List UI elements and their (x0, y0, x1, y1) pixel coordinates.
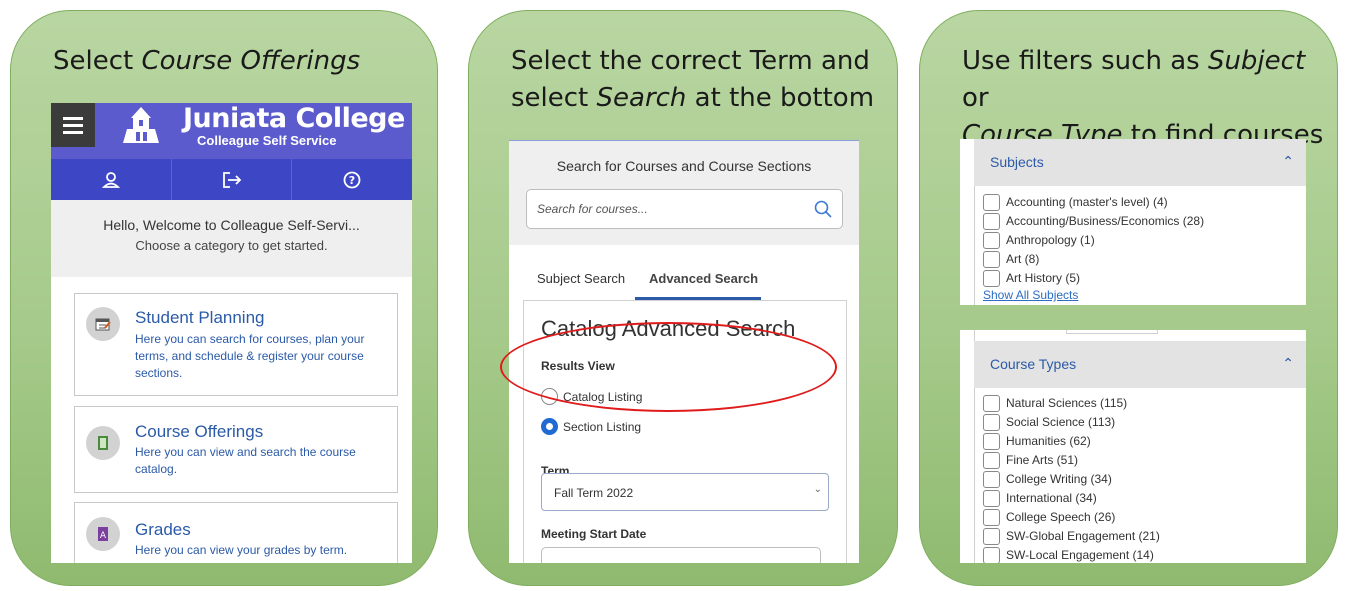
highlight-ellipse (500, 322, 837, 412)
calendar-icon (86, 307, 120, 341)
checkbox[interactable] (983, 471, 1000, 488)
term-value: Fall Term 2022 (554, 486, 634, 500)
search-icon[interactable] (814, 200, 832, 218)
tab-subject-search[interactable]: Subject Search (537, 271, 625, 286)
instruction-card-filters: Use filters such as Subject or Course Ty… (919, 10, 1338, 586)
card-title: Select the correct Term and select Searc… (511, 46, 875, 113)
welcome-subtext: Choose a category to get started. (135, 238, 328, 253)
radio-section-listing[interactable] (541, 418, 558, 435)
checkbox[interactable] (983, 452, 1000, 469)
brand-subtitle: Colleague Self Service (197, 133, 337, 148)
category-title[interactable]: Course Offerings (135, 422, 263, 442)
tab-edge (1066, 330, 1158, 334)
tab-advanced-search[interactable]: Advanced Search (649, 271, 758, 286)
screenshot-self-service-home: Juniata College Colleague Self Service ?… (51, 103, 412, 563)
card-title: Use filters such as Subject or Course Ty… (962, 46, 1324, 150)
category-title[interactable]: Grades (135, 520, 191, 540)
checkbox[interactable] (983, 194, 1000, 211)
option-label: Accounting/Business/Economics (28) (1006, 214, 1205, 228)
option-label: SW-Global Engagement (21) (1006, 529, 1160, 543)
welcome-banner: Hello, Welcome to Colleague Self-Servi..… (51, 200, 412, 277)
option-label: Fine Arts (51) (1006, 453, 1079, 467)
checkbox[interactable] (983, 395, 1000, 412)
meeting-start-label: Meeting Start Date (541, 527, 647, 541)
college-building-logo (123, 107, 159, 143)
option-label: Art (8) (1006, 252, 1040, 266)
user-icon[interactable] (51, 159, 172, 200)
checkbox[interactable] (983, 490, 1000, 507)
search-placeholder: Search for courses... (537, 202, 648, 216)
catalog-book-icon (86, 426, 120, 460)
course-types-header[interactable]: Course Types ⌃ (974, 341, 1306, 388)
option-label: Accounting (master's level) (4) (1006, 195, 1168, 209)
checkbox[interactable] (983, 232, 1000, 249)
category-grades[interactable]: A Grades Here you can view your grades b… (74, 502, 398, 563)
svg-text:?: ? (349, 174, 355, 187)
search-input[interactable]: Search for courses... (526, 189, 843, 229)
checkbox[interactable] (983, 433, 1000, 450)
option-label: International (34) (1006, 491, 1097, 505)
option-label: Art History (5) (1006, 271, 1081, 285)
radio-label[interactable]: Section Listing (563, 420, 641, 434)
search-header: Search for Courses and Course Sections S… (509, 141, 859, 245)
subjects-header[interactable]: Subjects ⌃ (974, 139, 1306, 186)
category-course-offerings[interactable]: Course Offerings Here you can view and s… (74, 406, 398, 493)
checkbox[interactable] (983, 509, 1000, 526)
sign-out-icon[interactable] (172, 159, 293, 200)
app-header: Juniata College Colleague Self Service (51, 103, 412, 159)
chevron-down-icon: ⌄ (813, 484, 822, 495)
screenshot-subjects-filter: Subjects ⌃ Accounting (master's level) (… (960, 139, 1306, 305)
screenshot-course-types-filter: Course Types ⌃ Natural Sciences (115) So… (960, 330, 1306, 563)
category-description: Here you can search for courses, plan yo… (135, 332, 365, 380)
instruction-card-term-search: Select the correct Term and select Searc… (468, 10, 898, 586)
card-title: Select Course Offerings (53, 46, 361, 76)
brand-title: Juniata College (183, 103, 405, 134)
option-label: Social Science (113) (1006, 415, 1116, 429)
option-label: College Writing (34) (1006, 472, 1112, 486)
option-label: Natural Sciences (115) (1006, 396, 1128, 410)
term-select[interactable]: Fall Term 2022 ⌄ (541, 473, 829, 511)
meeting-start-date-input[interactable] (541, 547, 821, 563)
course-types-title: Course Types (990, 356, 1077, 372)
category-title[interactable]: Student Planning (135, 308, 265, 328)
checkbox[interactable] (983, 414, 1000, 431)
show-all-subjects-link[interactable]: Show All Subjects (983, 288, 1078, 302)
svg-text:A: A (100, 531, 107, 541)
checkbox[interactable] (983, 251, 1000, 268)
chevron-up-icon[interactable]: ⌃ (1282, 355, 1294, 372)
search-heading: Search for Courses and Course Sections (556, 158, 812, 174)
chevron-up-icon[interactable]: ⌃ (1282, 153, 1294, 170)
grades-icon: A (86, 517, 120, 551)
welcome-text: Hello, Welcome to Colleague Self-Servi..… (103, 217, 360, 233)
hamburger-menu-icon[interactable] (51, 103, 95, 147)
checkbox[interactable] (983, 270, 1000, 287)
option-label: Anthropology (1) (1006, 233, 1095, 247)
option-label: College Speech (26) (1006, 510, 1116, 524)
category-description: Here you can view and search the course … (135, 445, 356, 476)
option-label: Humanities (62) (1006, 434, 1091, 448)
checkbox[interactable] (983, 547, 1000, 563)
checkbox[interactable] (983, 528, 1000, 545)
icon-toolbar: ? (51, 159, 412, 200)
help-icon[interactable]: ? (292, 159, 412, 200)
category-description: Here you can view your grades by term. (135, 543, 348, 557)
category-student-planning[interactable]: Student Planning Here you can search for… (74, 293, 398, 396)
checkbox[interactable] (983, 213, 1000, 230)
instruction-card-course-offerings: Select Course Offerings Juniata College … (10, 10, 438, 586)
subjects-title: Subjects (990, 154, 1044, 170)
option-label: SW-Local Engagement (14) (1006, 548, 1154, 562)
